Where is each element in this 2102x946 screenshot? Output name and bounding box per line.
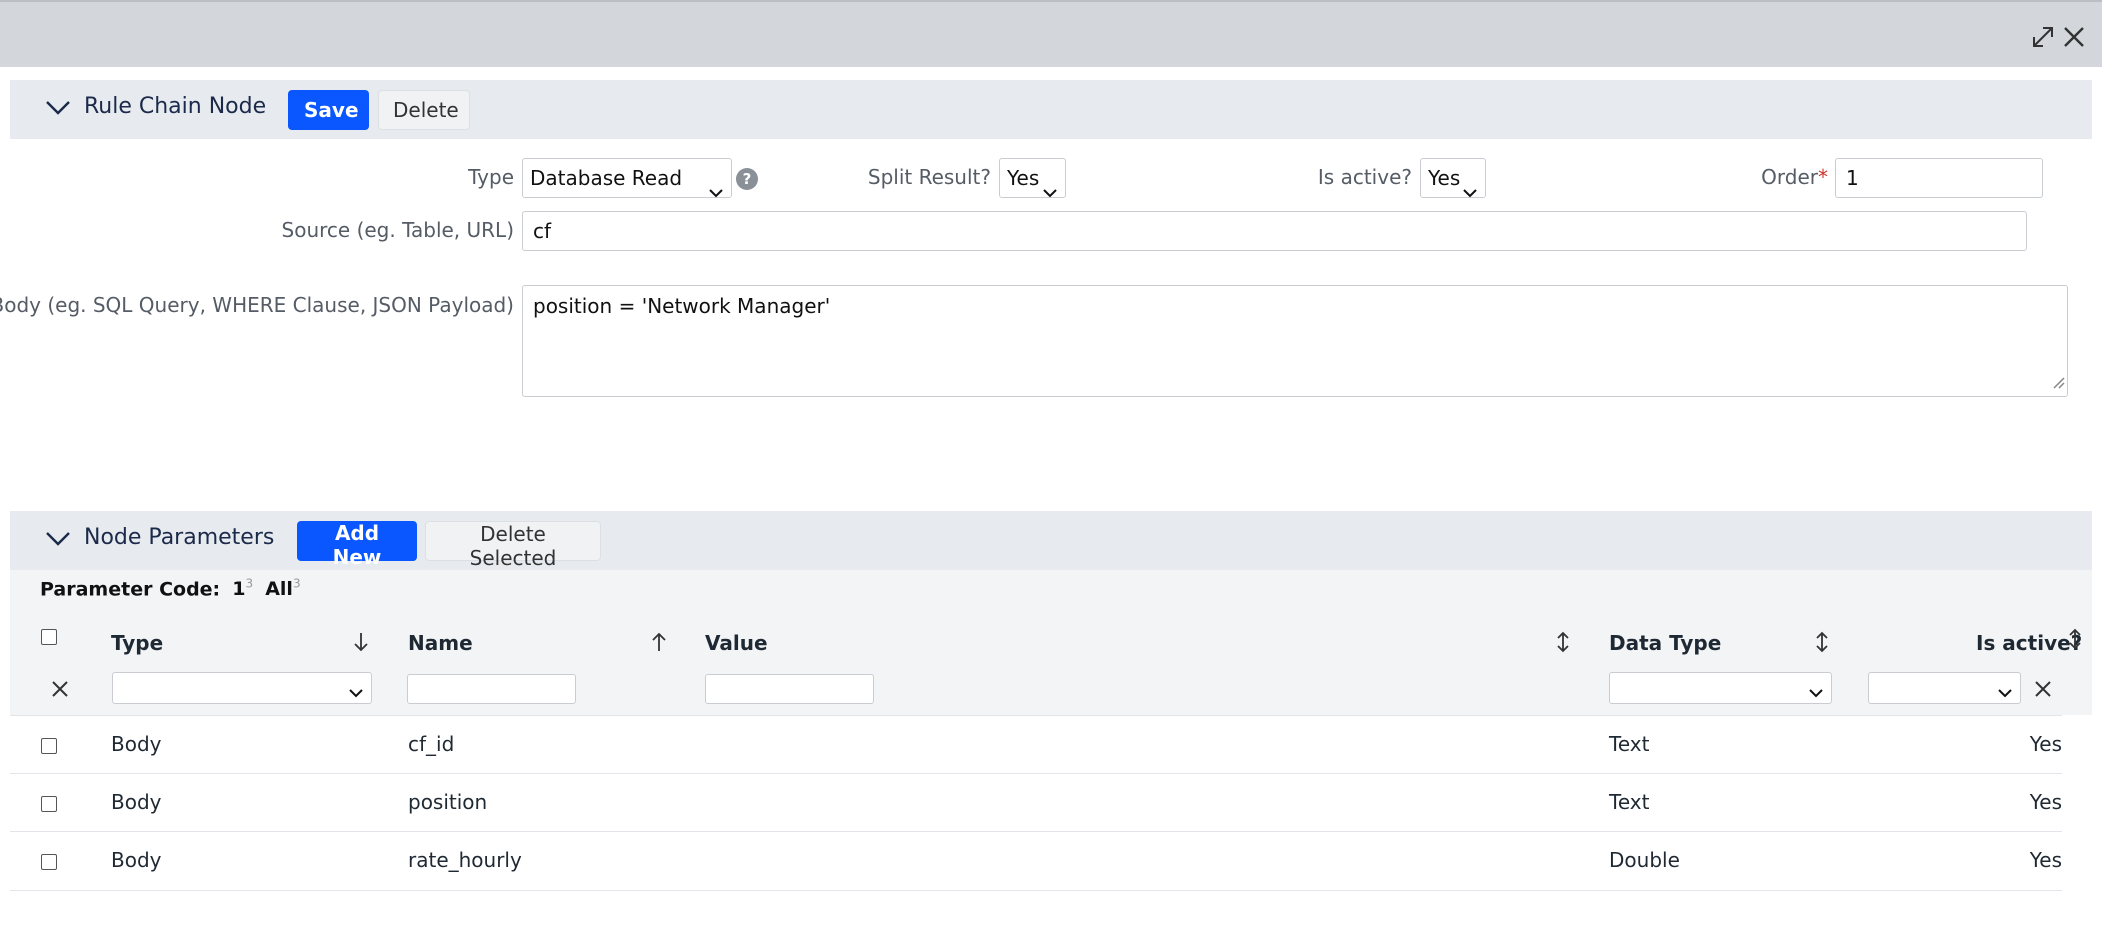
- source-input[interactable]: cf: [522, 211, 2027, 251]
- delete-button[interactable]: Delete: [378, 90, 470, 130]
- rule-chain-node-header: Rule Chain Node Save Delete: [10, 80, 2092, 139]
- chevron-down-icon: [709, 172, 723, 198]
- table-row[interactable]: Body rate_hourly Double Yes: [10, 831, 2062, 891]
- clear-filter-icon[interactable]: [2033, 679, 2053, 699]
- table-row[interactable]: Body position Text Yes: [10, 773, 2062, 832]
- expand-arrows-icon[interactable]: [2030, 24, 2056, 50]
- cell-data-type: Text: [1609, 790, 1650, 814]
- name-filter-input[interactable]: [407, 674, 576, 704]
- source-label: Source (eg. Table, URL): [281, 218, 514, 242]
- table-row[interactable]: Body cf_id Text Yes: [10, 715, 2062, 774]
- cell-name: rate_hourly: [408, 848, 522, 872]
- cell-is-active: Yes: [2029, 790, 2062, 814]
- cell-name: position: [408, 790, 488, 814]
- add-new-button[interactable]: Add New: [297, 521, 417, 569]
- column-header-name[interactable]: Name: [408, 631, 473, 655]
- delete-selected-button[interactable]: Delete Selected: [425, 521, 601, 570]
- split-result-value: Yes: [1007, 166, 1040, 190]
- parameter-code-label: Parameter Code:: [40, 578, 221, 601]
- type-label: Type: [468, 165, 514, 189]
- save-button[interactable]: Save: [288, 90, 369, 130]
- column-header-data-type[interactable]: Data Type: [1609, 631, 1721, 655]
- body-textarea[interactable]: position = 'Network Manager': [522, 285, 2068, 397]
- chevron-down-icon: [1809, 683, 1823, 698]
- sort-both-icon[interactable]: [1554, 631, 1572, 653]
- cell-is-active: Yes: [2029, 848, 2062, 872]
- row-checkbox[interactable]: [41, 796, 57, 812]
- is-active-label: Is active?: [1317, 165, 1412, 189]
- type-select[interactable]: Database Read: [522, 158, 732, 198]
- cell-data-type: Text: [1609, 732, 1650, 756]
- is-active-value: Yes: [1428, 166, 1461, 190]
- cell-type: Body: [111, 790, 162, 814]
- chevron-down-icon: [1998, 683, 2012, 698]
- sort-both-icon[interactable]: [2066, 628, 2084, 650]
- order-label: Order*: [1761, 165, 1828, 189]
- select-all-checkbox[interactable]: [41, 629, 57, 645]
- row-checkbox[interactable]: [41, 854, 57, 870]
- sort-desc-icon[interactable]: [352, 631, 370, 653]
- chevron-down-icon[interactable]: [44, 527, 72, 551]
- column-header-type[interactable]: Type: [111, 631, 163, 655]
- required-marker: *: [1818, 165, 1828, 189]
- type-select-value: Database Read: [530, 166, 683, 190]
- help-icon[interactable]: ?: [736, 168, 758, 190]
- section-title: Node Parameters: [84, 525, 275, 550]
- cell-name: cf_id: [408, 732, 455, 756]
- node-parameters-header: Node Parameters Add New Delete Selected: [10, 511, 2092, 570]
- order-input[interactable]: 1: [1835, 158, 2043, 198]
- parameter-code-filter: Parameter Code: 13 All3: [40, 577, 301, 600]
- split-result-select[interactable]: Yes: [999, 158, 1066, 198]
- data-type-filter-select[interactable]: [1609, 672, 1832, 704]
- value-filter-input[interactable]: [705, 674, 874, 704]
- column-header-value[interactable]: Value: [705, 631, 768, 655]
- cell-is-active: Yes: [2029, 732, 2062, 756]
- chevron-down-icon: [1043, 172, 1057, 198]
- is-active-select[interactable]: Yes: [1420, 158, 1486, 198]
- chevron-down-icon: [1463, 172, 1477, 198]
- chevron-down-icon[interactable]: [44, 96, 72, 120]
- split-result-label: Split Result?: [867, 165, 991, 189]
- cell-type: Body: [111, 848, 162, 872]
- resize-handle-icon[interactable]: [2051, 370, 2065, 394]
- cell-type: Body: [111, 732, 162, 756]
- type-filter-select[interactable]: [112, 672, 372, 704]
- is-active-filter-select[interactable]: [1868, 672, 2021, 704]
- window-title-bar: [0, 0, 2102, 67]
- clear-filters-icon[interactable]: [50, 679, 70, 699]
- section-title: Rule Chain Node: [84, 94, 267, 119]
- row-checkbox[interactable]: [41, 738, 57, 754]
- sort-both-icon[interactable]: [1813, 631, 1831, 653]
- body-label: Body (eg. SQL Query, WHERE Clause, JSON …: [0, 293, 514, 317]
- body-textarea-value: position = 'Network Manager': [533, 294, 831, 318]
- sort-asc-icon[interactable]: [650, 631, 668, 653]
- close-x-icon[interactable]: [2061, 24, 2087, 50]
- cell-data-type: Double: [1609, 848, 1680, 872]
- code-option-all[interactable]: All3: [265, 577, 300, 600]
- code-option-1[interactable]: 13: [232, 577, 253, 600]
- chevron-down-icon: [349, 683, 363, 698]
